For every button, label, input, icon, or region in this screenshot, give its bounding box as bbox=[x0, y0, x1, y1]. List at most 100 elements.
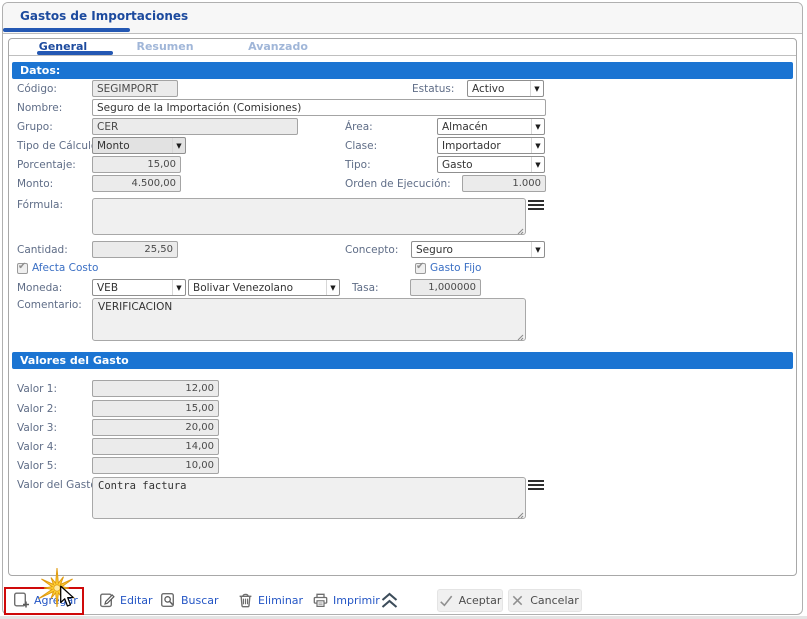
aceptar-button-label: Aceptar bbox=[459, 594, 502, 607]
valor3-label: Valor 3: bbox=[17, 422, 57, 434]
dropdown-arrow-icon bbox=[531, 138, 544, 153]
afecta-costo-checkbox[interactable] bbox=[17, 263, 28, 274]
search-document-icon bbox=[160, 592, 177, 609]
tipo-select[interactable]: Gasto bbox=[437, 156, 545, 173]
concepto-label: Concepto: bbox=[345, 244, 398, 256]
formula-menu-lines-icon[interactable] bbox=[528, 200, 544, 212]
trash-icon bbox=[237, 592, 254, 609]
codigo-label: Código: bbox=[17, 83, 57, 95]
dropdown-arrow-icon bbox=[531, 157, 544, 172]
tipo-label: Tipo: bbox=[345, 159, 371, 171]
edit-document-icon bbox=[99, 592, 116, 609]
moneda-code-selected-value: VEB bbox=[93, 282, 172, 294]
area-selected-value: Almacén bbox=[438, 121, 531, 133]
area-select[interactable]: Almacén bbox=[437, 118, 545, 135]
moneda-label: Moneda: bbox=[17, 282, 62, 294]
cantidad-input[interactable] bbox=[92, 241, 178, 258]
dropdown-arrow-icon bbox=[326, 280, 339, 295]
dropdown-arrow-icon bbox=[531, 119, 544, 134]
orden-ejecucion-input[interactable] bbox=[462, 175, 546, 192]
valor2-label: Valor 2: bbox=[17, 403, 57, 415]
concepto-select[interactable]: Seguro bbox=[411, 241, 545, 258]
clase-label: Clase: bbox=[345, 140, 377, 152]
valor5-label: Valor 5: bbox=[17, 460, 57, 472]
codigo-input[interactable] bbox=[92, 80, 178, 97]
cursor-icon bbox=[59, 585, 75, 609]
valor-gasto-label: Valor del Gasto: bbox=[17, 479, 100, 491]
section-header-valores: Valores del Gasto bbox=[12, 352, 793, 369]
dropdown-arrow-icon bbox=[172, 280, 185, 295]
valor4-label: Valor 4: bbox=[17, 441, 57, 453]
valor-gasto-menu-lines-icon[interactable] bbox=[528, 480, 544, 492]
valor2-input[interactable] bbox=[92, 400, 219, 417]
formula-textarea[interactable] bbox=[92, 198, 526, 235]
resize-handle[interactable] bbox=[516, 511, 524, 519]
cancelar-button-label: Cancelar bbox=[530, 594, 579, 607]
tab-avanzado[interactable]: Avanzado bbox=[238, 40, 318, 53]
valor-gasto-textarea[interactable]: Contra factura bbox=[92, 477, 526, 519]
porcentaje-input[interactable] bbox=[92, 156, 181, 173]
active-tab-underline bbox=[37, 51, 113, 55]
valor1-input[interactable] bbox=[92, 380, 219, 397]
afecta-costo-label: Afecta Costo bbox=[32, 262, 98, 274]
estatus-select[interactable]: Activo bbox=[467, 80, 544, 97]
nombre-input[interactable] bbox=[92, 99, 546, 116]
section-header-datos: Datos: bbox=[12, 62, 793, 79]
aceptar-button[interactable]: Aceptar bbox=[437, 589, 503, 612]
editar-button[interactable]: Editar bbox=[99, 592, 153, 609]
tab-resumen[interactable]: Resumen bbox=[125, 40, 205, 53]
collapse-icon[interactable] bbox=[380, 592, 399, 609]
title-underline bbox=[3, 28, 130, 32]
page-title: Gastos de Importaciones bbox=[20, 9, 188, 23]
resize-handle[interactable] bbox=[516, 227, 524, 235]
concepto-selected-value: Seguro bbox=[412, 244, 531, 256]
tipo-calculo-label: Tipo de Cálculo: bbox=[17, 140, 101, 152]
valor5-input[interactable] bbox=[92, 457, 219, 474]
titlebar-divider bbox=[3, 33, 802, 34]
imprimir-button[interactable]: Imprimir bbox=[312, 592, 380, 609]
dropdown-arrow-icon bbox=[530, 81, 543, 96]
estatus-label: Estatus: bbox=[412, 83, 454, 95]
clase-selected-value: Importador bbox=[438, 140, 531, 152]
cancelar-button[interactable]: Cancelar bbox=[508, 589, 582, 612]
moneda-name-selected-value: Bolivar Venezolano bbox=[189, 282, 326, 294]
grupo-label: Grupo: bbox=[17, 121, 53, 133]
comentario-label: Comentario: bbox=[17, 299, 82, 311]
dropdown-arrow-icon bbox=[172, 138, 185, 153]
orden-ejecucion-label: Orden de Ejecución: bbox=[345, 178, 451, 190]
estatus-selected-value: Activo bbox=[468, 83, 530, 95]
tipo-calculo-selected-value: Monto bbox=[93, 140, 172, 152]
dropdown-arrow-icon bbox=[531, 242, 544, 257]
cantidad-label: Cantidad: bbox=[17, 244, 68, 256]
screen: Gastos de Importaciones General Resumen … bbox=[0, 0, 807, 619]
buscar-button[interactable]: Buscar bbox=[160, 592, 219, 609]
tabstrip-divider bbox=[9, 55, 796, 56]
monto-label: Monto: bbox=[17, 178, 53, 190]
check-icon bbox=[439, 594, 453, 607]
formula-label: Fórmula: bbox=[17, 199, 63, 211]
valor3-input[interactable] bbox=[92, 419, 219, 436]
grupo-input[interactable] bbox=[92, 118, 298, 135]
tasa-label: Tasa: bbox=[352, 282, 379, 294]
tasa-input[interactable] bbox=[410, 279, 481, 296]
comentario-textarea[interactable]: VERIFICACION bbox=[92, 298, 526, 341]
porcentaje-label: Porcentaje: bbox=[17, 159, 76, 171]
imprimir-button-label: Imprimir bbox=[333, 594, 380, 607]
eliminar-button-label: Eliminar bbox=[258, 594, 303, 607]
clase-select[interactable]: Importador bbox=[437, 137, 545, 154]
buscar-button-label: Buscar bbox=[181, 594, 219, 607]
moneda-code-select[interactable]: VEB bbox=[92, 279, 186, 296]
editar-button-label: Editar bbox=[120, 594, 153, 607]
valor4-input[interactable] bbox=[92, 438, 219, 455]
nombre-label: Nombre: bbox=[17, 102, 62, 114]
gasto-fijo-checkbox[interactable] bbox=[415, 263, 426, 274]
eliminar-button[interactable]: Eliminar bbox=[237, 592, 303, 609]
tipo-calculo-select[interactable]: Monto bbox=[92, 137, 186, 154]
valor1-label: Valor 1: bbox=[17, 383, 57, 395]
printer-icon bbox=[312, 592, 329, 609]
monto-input[interactable] bbox=[92, 175, 181, 192]
resize-handle[interactable] bbox=[516, 333, 524, 341]
moneda-name-select[interactable]: Bolivar Venezolano bbox=[188, 279, 340, 296]
gasto-fijo-label: Gasto Fijo bbox=[430, 262, 481, 274]
area-label: Área: bbox=[345, 121, 373, 133]
